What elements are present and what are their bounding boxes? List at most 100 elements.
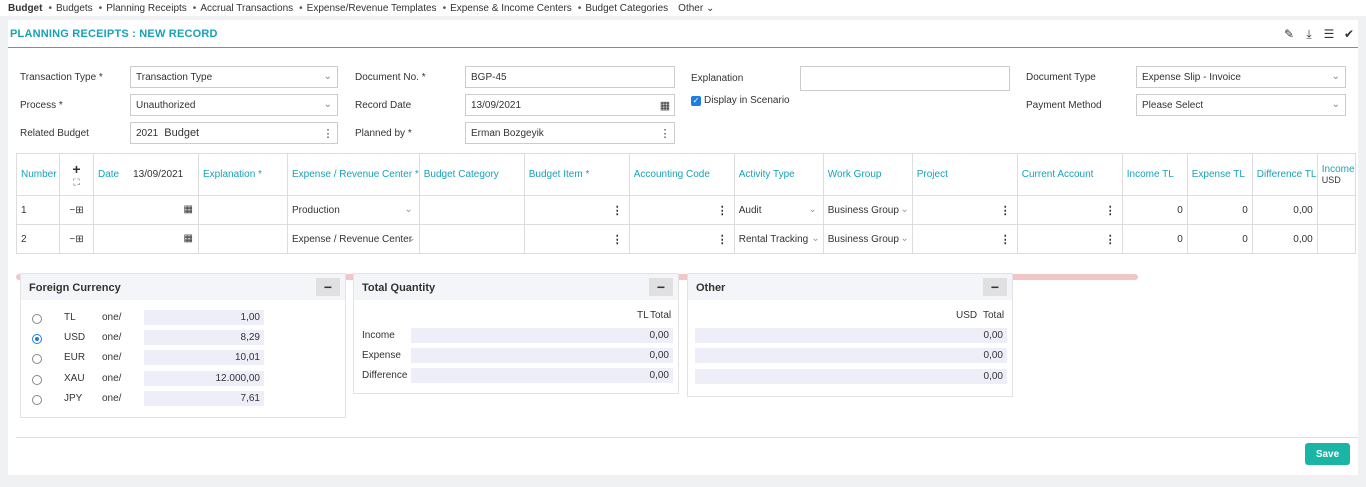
currency-radio-usd[interactable] — [32, 334, 42, 344]
row-category[interactable] — [418, 195, 525, 225]
other-currency-header: USD — [956, 310, 978, 321]
other-body: USD Total 0,00 0,00 0,00 — [688, 300, 1012, 396]
col-income-usd: Income USD — [1316, 153, 1356, 196]
nav-budgets[interactable]: Budgets — [56, 3, 93, 14]
nav-budget-categories[interactable]: Budget Categories — [585, 3, 668, 14]
row-center[interactable]: Production ⌄ — [287, 195, 420, 225]
related-budget-field[interactable]: 2021 Budget ⋮ — [130, 122, 338, 144]
more-vertical-icon[interactable]: ⋮ — [717, 233, 728, 246]
display-in-scenario-checkbox[interactable]: ✓ Display in Scenario — [691, 95, 790, 106]
currency-rate-input[interactable]: 12.000,00 — [144, 371, 264, 386]
row-workgroup[interactable]: Business Group ⌄ — [822, 195, 913, 225]
nav-expense-revenue-templates[interactable]: Expense/Revenue Templates — [307, 3, 437, 14]
calendar-icon[interactable]: ▦ — [184, 204, 193, 215]
nav-planning-receipts[interactable]: Planning Receipts — [106, 3, 187, 14]
chevron-down-icon: ⌄ — [811, 233, 820, 244]
more-vertical-icon[interactable]: ⋮ — [656, 123, 674, 143]
col-number: Number — [16, 153, 60, 196]
row-date[interactable]: ▦ — [93, 195, 199, 225]
row-date[interactable]: ▦ — [93, 224, 199, 254]
collapse-panel-button[interactable]: − — [649, 278, 673, 296]
add-row-button[interactable]: + ⛶ — [59, 153, 94, 196]
calendar-icon[interactable]: ▦ — [184, 233, 193, 244]
payment-method-select[interactable]: Please Select ⌄ — [1136, 94, 1346, 116]
row-center[interactable]: Expense / Revenue Center ⌄ — [287, 224, 420, 254]
row-activity[interactable]: Rental Tracking ⌄ — [733, 224, 824, 254]
row-item[interactable]: ⋮ — [523, 224, 630, 254]
planned-by-value: Erman Bozgeyik — [471, 127, 544, 139]
total-row-value: 0,00 — [411, 348, 673, 363]
row-income-usd[interactable] — [1316, 224, 1356, 254]
row-accounting[interactable]: ⋮ — [628, 224, 735, 254]
more-vertical-icon[interactable]: ⋮ — [1000, 233, 1011, 246]
nav-budget[interactable]: Budget — [8, 3, 42, 14]
currency-rate-input[interactable]: 10,01 — [144, 350, 264, 365]
calendar-icon[interactable]: ▦ — [656, 95, 674, 115]
row-item[interactable]: ⋮ — [523, 195, 630, 225]
more-vertical-icon[interactable]: ⋮ — [612, 204, 623, 217]
currency-rate-input[interactable]: 8,29 — [144, 330, 264, 345]
copy-row-icon[interactable]: ⊞ — [75, 205, 83, 216]
budget-items-table: Number + ⛶ Date 13/09/2021 Explanation * E… — [16, 153, 1356, 254]
collapse-panel-button[interactable]: − — [983, 278, 1007, 296]
chevron-down-icon: ⌄ — [323, 99, 332, 110]
list-icon[interactable]: ☰ — [1322, 27, 1336, 41]
record-date-input[interactable]: 13/09/2021 ▦ — [465, 94, 675, 116]
planned-by-field[interactable]: Erman Bozgeyik ⋮ — [465, 122, 675, 144]
more-vertical-icon[interactable]: ⋮ — [319, 123, 337, 143]
currency-radio-jpy[interactable] — [32, 395, 42, 405]
currency-radio-eur[interactable] — [32, 354, 42, 364]
row-income-usd[interactable] — [1316, 195, 1356, 225]
transaction-type-select[interactable]: Transaction Type ⌄ — [130, 66, 338, 88]
more-vertical-icon[interactable]: ⋮ — [717, 204, 728, 217]
more-vertical-icon[interactable]: ⋮ — [1000, 204, 1011, 217]
row-category[interactable] — [418, 224, 525, 254]
row-account[interactable]: ⋮ — [1016, 195, 1123, 225]
copy-row-icon[interactable]: ⊞ — [75, 234, 83, 245]
row-explanation[interactable] — [198, 224, 288, 254]
check-icon[interactable]: ✔ — [1342, 27, 1356, 41]
more-vertical-icon[interactable]: ⋮ — [612, 233, 623, 246]
row-explanation[interactable] — [198, 195, 288, 225]
row-income[interactable]: 0 — [1121, 195, 1188, 225]
explanation-textarea[interactable] — [800, 66, 1010, 91]
foreign-currency-panel: Foreign Currency − TL one/ 1,00 USD one/… — [20, 273, 346, 418]
row-actions[interactable]: −⊞ — [59, 224, 94, 254]
row-workgroup[interactable]: Business Group ⌄ — [822, 224, 913, 254]
row-project[interactable]: ⋮ — [911, 224, 1018, 254]
collapse-panel-button[interactable]: − — [316, 278, 340, 296]
row-account[interactable]: ⋮ — [1016, 224, 1123, 254]
document-no-input[interactable]: BGP-45 — [465, 66, 675, 88]
chevron-down-icon: ⌄ — [1331, 99, 1340, 110]
row-expense[interactable]: 0 — [1186, 195, 1253, 225]
nav-other-menu[interactable]: Other ⌄ — [678, 3, 714, 14]
row-actions[interactable]: −⊞ — [59, 195, 94, 225]
nav-expense-income-centers[interactable]: Expense & Income Centers — [450, 3, 572, 14]
row-project[interactable]: ⋮ — [911, 195, 1018, 225]
foreign-currency-body: TL one/ 1,00 USD one/ 8,29 EUR one/ 10,0… — [21, 300, 345, 417]
nav-bullet: • — [48, 2, 52, 14]
minus-icon: − — [990, 279, 1000, 295]
currency-rate-input[interactable]: 1,00 — [144, 310, 264, 325]
currency-radio-tl[interactable] — [32, 314, 42, 324]
process-select[interactable]: Unauthorized ⌄ — [130, 94, 338, 116]
row-income[interactable]: 0 — [1121, 224, 1188, 254]
currency-rate-input[interactable]: 7,61 — [144, 391, 264, 406]
currency-unit: one/ — [102, 393, 122, 404]
magic-wand-icon[interactable]: ✎ — [1282, 27, 1296, 41]
download-icon[interactable]: ⤓ — [1302, 27, 1316, 41]
more-vertical-icon[interactable]: ⋮ — [1105, 233, 1116, 246]
currency-radio-xau[interactable] — [32, 375, 42, 385]
currency-unit: one/ — [102, 373, 122, 384]
row-activity[interactable]: Audit ⌄ — [733, 195, 824, 225]
other-total-header: Total — [983, 310, 1005, 321]
col-project: Project — [911, 153, 1018, 196]
nav-accrual-transactions[interactable]: Accrual Transactions — [200, 3, 293, 14]
nav-bullet: • — [299, 2, 303, 14]
more-vertical-icon[interactable]: ⋮ — [1105, 204, 1116, 217]
row-center-value: Expense / Revenue Center — [292, 233, 413, 245]
document-type-select[interactable]: Expense Slip - Invoice ⌄ — [1136, 66, 1346, 88]
save-button[interactable]: Save — [1305, 443, 1350, 465]
row-accounting[interactable]: ⋮ — [628, 195, 735, 225]
row-expense[interactable]: 0 — [1186, 224, 1253, 254]
